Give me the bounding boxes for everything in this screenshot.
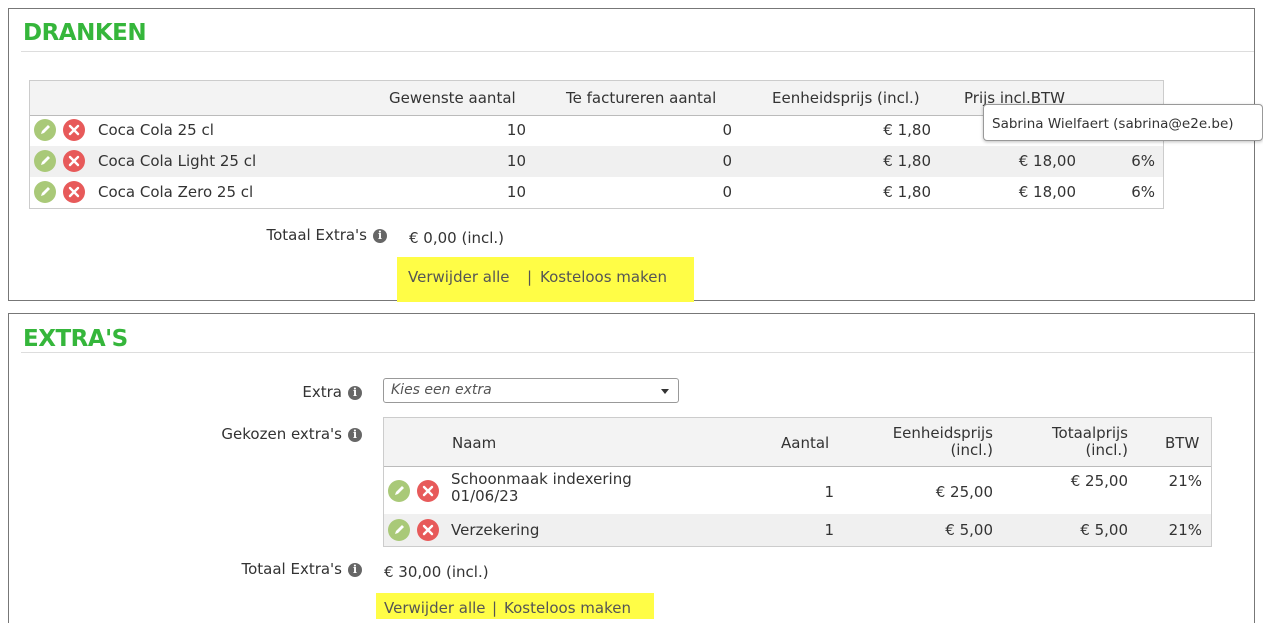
pencil-icon[interactable] (388, 519, 410, 541)
close-circle-icon[interactable] (417, 480, 439, 502)
header-totaalprijs-line1: Totaalprijs (1051, 424, 1128, 442)
header-naam: Naam (452, 434, 497, 452)
table-row: Coca Cola Zero 25 cl 10 0 € 1,80 € 18,00… (30, 177, 1163, 208)
dranken-totaal-value: € 0,00 (incl.) (409, 229, 505, 247)
row-prijs: € 18,00 (1018, 183, 1076, 201)
kosteloos-maken-link[interactable]: Kosteloos maken (540, 268, 667, 286)
row-te-factureren-aantal: 0 (722, 183, 732, 201)
dranken-table: Gewenste aantal Te factureren aantal Een… (29, 80, 1164, 209)
dranken-panel: DRANKEN Gewenste aantal Te factureren aa… (8, 8, 1255, 302)
row-product-name: Coca Cola 25 cl (98, 121, 214, 139)
table-row: Verzekering 1 € 5,00 € 5,00 21% (384, 514, 1211, 546)
close-circle-icon[interactable] (63, 181, 85, 203)
extra-select-placeholder: Kies een extra (391, 382, 492, 398)
header-aantal: Aantal (781, 434, 830, 452)
header-eenheidsprijs-line2: (incl.) (950, 441, 993, 459)
row-extra-name-line2: 01/06/23 (451, 487, 519, 505)
action-separator: | (527, 268, 533, 286)
header-eenheidsprijs: Eenheidsprijs (incl.) (864, 425, 993, 459)
row-eenheidsprijs: € 1,80 (883, 121, 931, 139)
pencil-icon[interactable] (34, 119, 56, 141)
pencil-icon[interactable] (34, 150, 56, 172)
pencil-icon[interactable] (34, 181, 56, 203)
info-icon[interactable]: i (348, 386, 362, 400)
gekozen-label-text: Gekozen extra's (221, 425, 342, 443)
row-gewenste-aantal: 10 (506, 121, 526, 139)
row-btw: 21% (1168, 472, 1202, 490)
dranken-actions: Verwijder alle | Kosteloos maken (397, 257, 694, 302)
row-extra-name-line1: Schoonmaak indexering (451, 470, 632, 488)
row-extra-name: Verzekering (451, 521, 540, 539)
extras-table: Naam Aantal Eenheidsprijs (incl.) Totaal… (383, 417, 1212, 547)
info-icon[interactable]: i (373, 229, 387, 243)
dranken-totaal-label: Totaal Extra's i (169, 226, 387, 244)
extras-title: EXTRA'S (23, 326, 128, 352)
extras-totaal-label: Totaal Extra's i (100, 560, 362, 578)
header-eenheidsprijs-line1: Eenheidsprijs (892, 424, 993, 442)
row-eenheidsprijs: € 25,00 (935, 483, 993, 501)
close-circle-icon[interactable] (417, 519, 439, 541)
row-product-name: Coca Cola Light 25 cl (98, 152, 257, 170)
extras-table-header: Naam Aantal Eenheidsprijs (incl.) Totaal… (384, 418, 1211, 467)
action-separator: | (492, 599, 498, 617)
close-circle-icon[interactable] (63, 119, 85, 141)
header-totaalprijs-line2: (incl.) (1085, 441, 1128, 459)
row-eenheidsprijs: € 1,80 (883, 183, 931, 201)
row-eenheidsprijs: € 1,80 (883, 152, 931, 170)
table-row: Schoonmaak indexering 01/06/23 1 € 25,00… (384, 466, 1211, 514)
row-extra-name: Schoonmaak indexering 01/06/23 (451, 471, 632, 505)
row-te-factureren-aantal: 0 (722, 121, 732, 139)
row-btw: 6% (1131, 152, 1155, 170)
chevron-down-icon (661, 389, 669, 394)
totaal-label-text: Totaal Extra's (241, 560, 342, 578)
extra-label: Extra i (150, 383, 362, 401)
close-circle-icon[interactable] (63, 150, 85, 172)
row-prijs: € 18,00 (1018, 152, 1076, 170)
row-eenheidsprijs: € 5,00 (945, 521, 993, 539)
row-aantal: 1 (824, 483, 834, 501)
row-btw: 6% (1131, 183, 1155, 201)
header-btw: BTW (1165, 434, 1200, 452)
extra-select[interactable]: Kies een extra (383, 378, 679, 403)
info-icon[interactable]: i (348, 428, 362, 442)
extras-actions: Verwijder alle | Kosteloos maken (376, 593, 654, 619)
info-icon[interactable]: i (348, 563, 362, 577)
extras-totaal-value: € 30,00 (incl.) (384, 563, 489, 581)
extras-divider (21, 352, 1254, 353)
row-gewenste-aantal: 10 (506, 152, 526, 170)
row-te-factureren-aantal: 0 (722, 152, 732, 170)
table-row: Coca Cola Light 25 cl 10 0 € 1,80 € 18,0… (30, 146, 1163, 177)
row-totaalprijs: € 25,00 (1070, 472, 1128, 490)
gekozen-extras-label: Gekozen extra's i (100, 425, 362, 443)
user-tooltip: Sabrina Wielfaert (sabrina@e2e.be) (983, 104, 1263, 141)
verwijder-alle-link[interactable]: Verwijder alle (384, 599, 486, 617)
header-eenheidsprijs: Eenheidsprijs (incl.) (772, 89, 920, 107)
row-btw: 21% (1168, 521, 1202, 539)
row-totaalprijs: € 5,00 (1080, 521, 1128, 539)
kosteloos-maken-link[interactable]: Kosteloos maken (504, 599, 631, 617)
extra-label-text: Extra (302, 383, 342, 401)
header-totaalprijs: Totaalprijs (incl.) (1004, 425, 1128, 459)
verwijder-alle-link[interactable]: Verwijder alle (408, 268, 510, 286)
header-gewenste-aantal: Gewenste aantal (389, 89, 516, 107)
row-aantal: 1 (824, 521, 834, 539)
row-gewenste-aantal: 10 (506, 183, 526, 201)
pencil-icon[interactable] (388, 480, 410, 502)
header-te-factureren-aantal: Te factureren aantal (566, 89, 717, 107)
totaal-label-text: Totaal Extra's (266, 226, 367, 244)
dranken-divider (21, 51, 1254, 52)
row-product-name: Coca Cola Zero 25 cl (98, 183, 254, 201)
dranken-title: DRANKEN (23, 20, 147, 46)
